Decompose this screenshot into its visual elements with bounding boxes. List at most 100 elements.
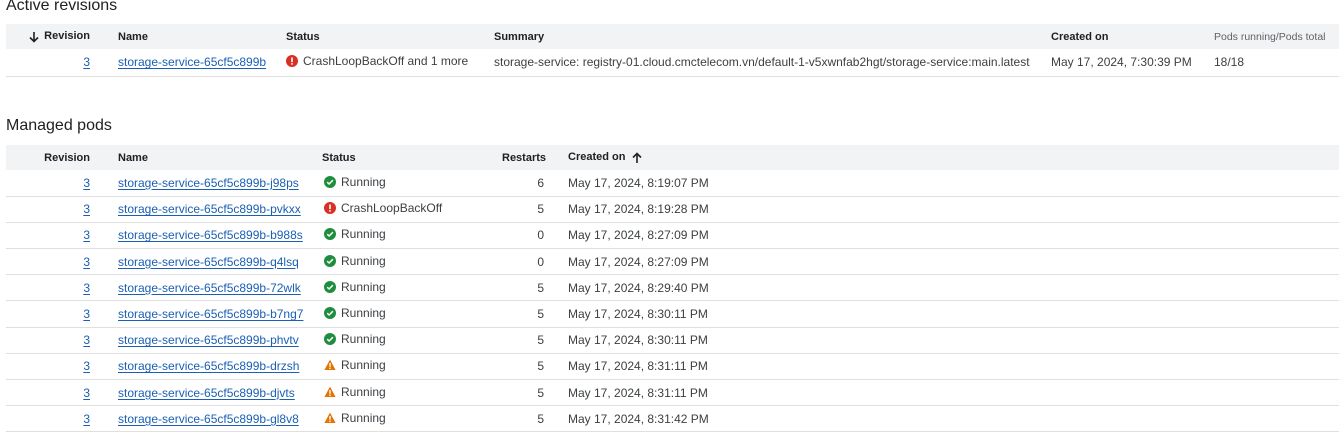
status-badge: Running — [324, 280, 386, 294]
restarts-cell: 0 — [537, 254, 544, 269]
status-text: Running — [341, 227, 386, 242]
status-badge: CrashLoopBackOff and 1 more — [286, 54, 468, 68]
column-header-created-on-label: Created on — [568, 151, 626, 164]
created-on-cell: May 17, 2024, 8:29:40 PM — [568, 280, 709, 295]
pod-name-link[interactable]: storage-service-65cf5c899b-72wlk — [118, 281, 301, 295]
table-row: 3 storage-service-65cf5c899b-pvkxx CrashLo… — [6, 196, 1339, 223]
column-header-status[interactable]: Status — [322, 145, 502, 170]
status-badge: Running — [324, 332, 386, 346]
status-cell: Running — [322, 222, 502, 248]
revision-link[interactable]: 3 — [83, 333, 90, 347]
status-cell: Running — [322, 327, 502, 353]
status-badge: Running — [324, 358, 386, 372]
revision-link[interactable]: 3 — [83, 202, 90, 216]
status-badge: Running — [324, 227, 386, 241]
restarts-cell: 0 — [537, 228, 544, 243]
status-cell: Running — [322, 301, 502, 327]
created-on-cell: May 17, 2024, 8:31:11 PM — [568, 385, 708, 400]
revision-link[interactable]: 3 — [83, 386, 90, 400]
table-row: 3 storage-service-65cf5c899b-phvtv Running… — [6, 327, 1339, 354]
error-icon — [286, 55, 298, 68]
created-on-cell: May 17, 2024, 8:19:07 PM — [568, 175, 709, 190]
column-header-revision[interactable]: Revision — [6, 145, 112, 170]
revision-link[interactable]: 3 — [83, 228, 90, 242]
status-badge: CrashLoopBackOff — [324, 201, 442, 215]
pod-name-link[interactable]: storage-service-65cf5c899b-gl8v8 — [118, 412, 299, 426]
status-text: Running — [341, 410, 386, 425]
check-circle-icon — [324, 254, 336, 267]
pod-name-link[interactable]: storage-service-65cf5c899b-djvts — [118, 386, 295, 400]
managed-pods-title: Managed pods — [6, 117, 112, 134]
pod-name-link[interactable]: storage-service-65cf5c899b-j98ps — [118, 176, 299, 190]
revision-link[interactable]: 3 — [83, 55, 90, 69]
column-header-restarts[interactable]: Restarts — [502, 145, 546, 170]
name-cell: storage-service-65cf5c899b-drzsh — [112, 353, 322, 379]
created-on-cell: May 17, 2024, 8:31:11 PM — [568, 359, 708, 374]
revision-link[interactable]: 3 — [83, 176, 90, 190]
restarts-cell: 5 — [537, 333, 544, 348]
column-header-created-on[interactable]: Created on — [1051, 24, 1214, 49]
active-revisions-title: Active revisions — [6, 0, 118, 14]
created-on-cell: May 17, 2024, 8:27:09 PM — [568, 254, 709, 269]
revision-cell: 3 — [6, 49, 112, 76]
revision-name-link[interactable]: storage-service-65cf5c899b — [118, 55, 266, 69]
revision-cell: 3 — [6, 353, 112, 379]
check-circle-icon — [324, 307, 336, 320]
status-badge: Running — [324, 385, 386, 399]
status-cell: Running — [322, 249, 502, 275]
revision-cell: 3 — [6, 380, 112, 406]
revision-link[interactable]: 3 — [83, 307, 90, 321]
table-row: 3 storage-service-65cf5c899b-drzsh Running… — [6, 353, 1339, 380]
name-cell: storage-service-65cf5c899b-gl8v8 — [112, 406, 322, 432]
status-text: Running — [341, 279, 386, 294]
table-row: 3 storage-service-65cf5c899b CrashLoopBack… — [6, 49, 1339, 76]
status-cell: Running — [322, 170, 502, 196]
created-on-cell: May 17, 2024, 7:30:39 PM — [1051, 55, 1192, 70]
column-header-created-on[interactable]: Created on — [544, 145, 1339, 170]
pod-name-link[interactable]: storage-service-65cf5c899b-b7ng7 — [118, 307, 303, 321]
revision-link[interactable]: 3 — [83, 359, 90, 373]
status-badge: Running — [324, 175, 386, 189]
column-header-summary[interactable]: Summary — [494, 24, 1051, 49]
table-header-row: Revision Name Status Summary Created on … — [6, 24, 1339, 49]
name-cell: storage-service-65cf5c899b-b7ng7 — [112, 301, 322, 327]
check-circle-icon — [324, 333, 336, 346]
revision-cell: 3 — [6, 222, 112, 248]
active-revisions-table: Revision Name Status Summary Created on … — [6, 24, 1339, 77]
summary-cell: storage-service: registry-01.cloud.cmcte… — [494, 55, 1030, 70]
name-cell: storage-service-65cf5c899b — [112, 49, 286, 76]
table-row: 3 storage-service-65cf5c899b-72wlk Running… — [6, 275, 1339, 301]
name-cell: storage-service-65cf5c899b-djvts — [112, 380, 322, 406]
status-text: Running — [341, 358, 386, 373]
pod-name-link[interactable]: storage-service-65cf5c899b-drzsh — [118, 359, 299, 373]
revision-cell: 3 — [6, 406, 112, 432]
status-text: Running — [341, 253, 386, 268]
column-header-revision[interactable]: Revision — [6, 24, 112, 49]
status-text: Running — [341, 174, 386, 189]
name-cell: storage-service-65cf5c899b-phvtv — [112, 327, 322, 353]
arrow-down-icon — [29, 31, 39, 43]
status-badge: Running — [324, 411, 386, 425]
pod-name-link[interactable]: storage-service-65cf5c899b-phvtv — [118, 333, 299, 347]
status-text: CrashLoopBackOff — [341, 201, 443, 216]
revision-link[interactable]: 3 — [83, 255, 90, 269]
pod-name-link[interactable]: storage-service-65cf5c899b-q4lsq — [118, 255, 299, 269]
column-header-status[interactable]: Status — [286, 24, 494, 49]
created-on-cell: May 17, 2024, 8:27:09 PM — [568, 228, 709, 243]
check-circle-icon — [324, 280, 336, 293]
pod-name-link[interactable]: storage-service-65cf5c899b-b988s — [118, 228, 303, 242]
revision-cell: 3 — [6, 196, 112, 222]
pod-name-link[interactable]: storage-service-65cf5c899b-pvkxx — [118, 202, 301, 216]
revision-link[interactable]: 3 — [83, 412, 90, 426]
status-cell: CrashLoopBackOff and 1 more — [286, 49, 494, 76]
table-row: 3 storage-service-65cf5c899b-q4lsq Running… — [6, 249, 1339, 275]
status-text: Running — [341, 306, 386, 321]
table-row: 3 storage-service-65cf5c899b-b988s Running… — [6, 222, 1339, 249]
column-header-name[interactable]: Name — [112, 24, 286, 49]
revision-link[interactable]: 3 — [83, 281, 90, 295]
name-cell: storage-service-65cf5c899b-j98ps — [112, 170, 322, 196]
column-header-pods[interactable]: Pods running/Pods total — [1214, 24, 1339, 49]
restarts-cell: 5 — [537, 307, 544, 322]
revision-cell: 3 — [6, 327, 112, 353]
column-header-name[interactable]: Name — [112, 145, 322, 170]
